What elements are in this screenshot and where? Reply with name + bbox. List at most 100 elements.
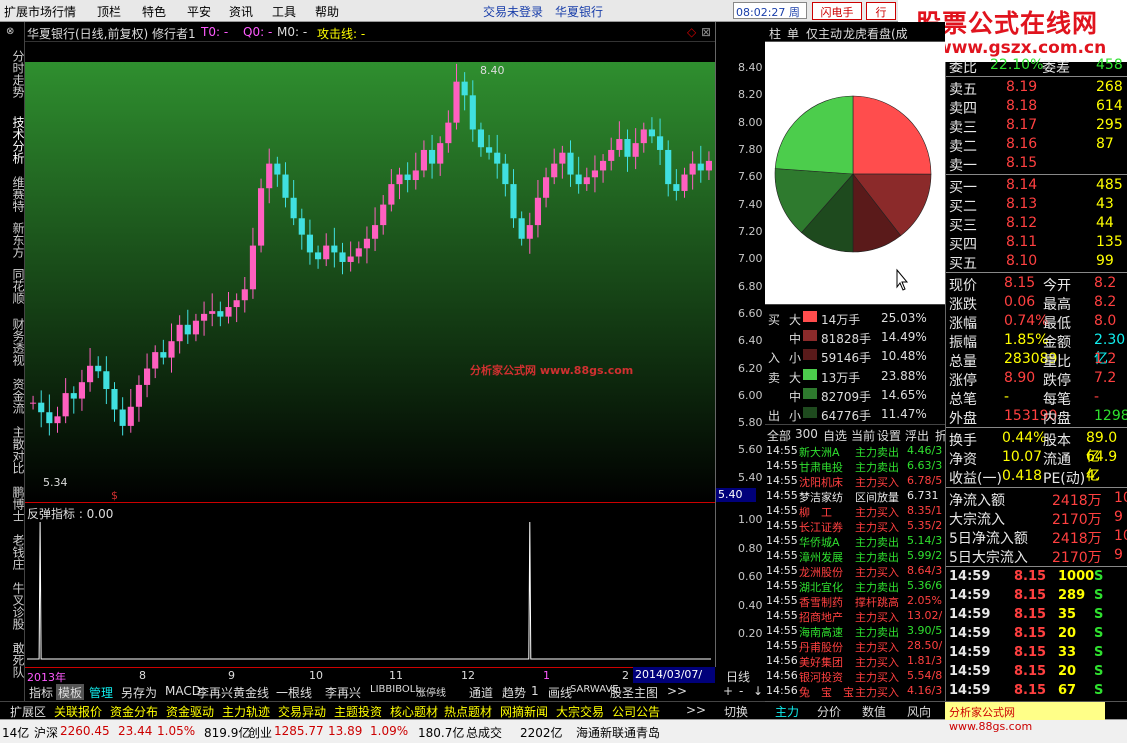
indicator-tab-6[interactable]: 一根线 xyxy=(274,684,314,700)
tape-row[interactable]: 14:55 柳 工 主力买入 8.35/1 xyxy=(765,504,945,519)
ask-volume: 295 xyxy=(1096,117,1123,133)
menu-item-5[interactable]: 工具 xyxy=(272,3,296,20)
left-tab-0[interactable]: 分时走势 xyxy=(2,50,25,98)
tape-tab-1[interactable]: 300 xyxy=(795,427,818,441)
left-tab-10[interactable]: 牛叉诊股 xyxy=(2,582,25,630)
row-button[interactable]: 行 xyxy=(866,2,896,20)
scroll-down-button[interactable]: ↓ xyxy=(753,684,763,698)
function-tab-3[interactable]: 资金驱动 xyxy=(166,703,214,720)
candle-body xyxy=(380,204,387,226)
function-tab-2[interactable]: 资金分布 xyxy=(110,703,158,720)
indicator-tab-3[interactable]: 另存为 xyxy=(119,684,159,700)
menu-item-6[interactable]: 帮助 xyxy=(315,3,339,20)
candle-body xyxy=(559,152,566,164)
ask-volume: 87 xyxy=(1096,136,1114,152)
candle-body xyxy=(233,300,240,308)
tape-row[interactable]: 14:56 兔 宝 宝主力买入 4.16/3 xyxy=(765,684,945,699)
right-tab-1[interactable]: 分价 xyxy=(817,703,841,720)
tape-row[interactable]: 14:56 美好集团 主力买入 1.81/3 xyxy=(765,654,945,669)
function-tab-11[interactable]: 公司公告 xyxy=(612,703,660,720)
function-tab-8[interactable]: 热点题材 xyxy=(444,703,492,720)
indicator-tab-10[interactable]: 通道 xyxy=(467,684,495,700)
left-tab-7[interactable]: 主散对比 xyxy=(2,426,25,474)
mid-tab-0[interactable]: 柱 xyxy=(769,25,781,42)
tape-row[interactable]: 14:55 华侨城A 主力卖出 5.14/3 xyxy=(765,534,945,549)
function-tab-7[interactable]: 核心题材 xyxy=(390,703,438,720)
left-tab-8[interactable]: 鹏博士 xyxy=(2,486,25,522)
left-tab-3[interactable]: 新东方 xyxy=(2,222,25,258)
zoom-out-button[interactable]: - xyxy=(739,684,743,698)
tape-row[interactable]: 14:56 银河投资 主力买入 5.54/8 xyxy=(765,669,945,684)
indicator-tab-7[interactable]: 李再兴 xyxy=(323,684,363,700)
flash-button[interactable]: 闪电手 xyxy=(812,2,862,20)
mid-tab-2[interactable]: 仅主动 xyxy=(806,25,842,42)
candle-body xyxy=(657,136,664,150)
mid-tab-1[interactable]: 单 xyxy=(787,25,799,42)
stock-name-link[interactable]: 华夏银行 xyxy=(555,3,603,20)
right-tab-3[interactable]: 风向 xyxy=(907,703,931,720)
menu-item-1[interactable]: 顶栏 xyxy=(97,3,121,20)
tape-row[interactable]: 14:55 沈阳机床 主力买入 6.78/5 xyxy=(765,474,945,489)
sell-label-1: 出 xyxy=(768,409,781,423)
left-tab-9[interactable]: 老钱庄 xyxy=(2,534,25,570)
tape-time: 14:55 xyxy=(766,579,798,592)
tape-value: 1.81/3 xyxy=(907,654,943,667)
indicator-pane[interactable]: 反弹指标 : 0.00 xyxy=(25,502,715,667)
tape-row[interactable]: 14:55 湖北宜化 主力卖出 5.36/6 xyxy=(765,579,945,594)
tape-row[interactable]: 14:55 香雪制药 撑杆跳高 2.05% xyxy=(765,594,945,609)
menu-item-0[interactable]: 扩展市场行情 xyxy=(4,3,76,20)
tape-row[interactable]: 14:55 漳州发展 主力卖出 5.99/2 xyxy=(765,549,945,564)
indicator-tab-16[interactable]: >> xyxy=(665,684,689,700)
zoom-in-button[interactable]: + xyxy=(723,684,733,698)
tape-row[interactable]: 14:55 甘肃电投 主力卖出 6.63/3 xyxy=(765,459,945,474)
indicator-tab-1[interactable]: 模板 xyxy=(56,684,85,700)
flow-value: 2418万 xyxy=(1052,493,1102,509)
candle-body xyxy=(46,412,53,424)
ratio-label: 委比 xyxy=(949,60,977,76)
menu-item-4[interactable]: 资讯 xyxy=(229,3,253,20)
tape-row[interactable]: 14:55 丹甫股份 主力买入 28.50/ xyxy=(765,639,945,654)
flow-label: 5日净流入额 xyxy=(949,531,1028,547)
left-tab-1[interactable]: 技术分析 xyxy=(2,116,25,164)
indicator-tab-0[interactable]: 指标 xyxy=(27,684,55,700)
function-tab-4[interactable]: 主力轨迹 xyxy=(222,703,270,720)
function-tab-6[interactable]: 主题投资 xyxy=(334,703,382,720)
tape-row[interactable]: 14:55 海南高速 主力卖出 3.90/5 xyxy=(765,624,945,639)
stat-row-3: 振幅 1.85% 金额 2.30亿 xyxy=(946,331,1127,367)
menu-item-3[interactable]: 平安 xyxy=(187,3,211,20)
mid-tab-3[interactable]: 龙虎看盘(成 xyxy=(843,25,908,42)
stat-row-6: 总笔 - 每笔 - xyxy=(946,388,1127,408)
close-icon[interactable]: ⊠ xyxy=(701,25,711,39)
indicator-tab-11[interactable]: 趋势 xyxy=(500,684,528,700)
function-tab-10[interactable]: 大宗交易 xyxy=(556,703,604,720)
right-tab-0[interactable]: 主力 xyxy=(775,703,799,720)
diamond-icon[interactable]: ◇ xyxy=(687,25,696,39)
function-tab-5[interactable]: 交易异动 xyxy=(278,703,326,720)
indicator-tab-15[interactable]: 股圣主图 xyxy=(608,684,660,700)
menu-item-2[interactable]: 特色 xyxy=(142,3,166,20)
function-tab-0[interactable]: 扩展区 xyxy=(10,703,46,720)
tape-row[interactable]: 14:55 长江证券 主力买入 5.35/2 xyxy=(765,519,945,534)
left-tab-11[interactable]: 敢死队 xyxy=(2,642,25,678)
right-tab-2[interactable]: 数值 xyxy=(862,703,886,720)
function-tab-1[interactable]: 关联报价 xyxy=(54,703,102,720)
left-tab-2[interactable]: 维赛特 xyxy=(2,176,25,212)
tape-row[interactable]: 14:55 招商地产 主力买入 13.02/ xyxy=(765,609,945,624)
left-tab-5[interactable]: 财务透视 xyxy=(2,318,25,366)
indicator-tab-9[interactable]: 涨停线 xyxy=(414,684,448,700)
indicator-tab-12[interactable]: 1 xyxy=(529,684,541,700)
login-link[interactable]: 交易未登录 xyxy=(483,3,543,20)
tape-row[interactable]: 14:55 梦洁家纺 区间放量 6.731 xyxy=(765,489,945,504)
chart-background xyxy=(25,62,715,502)
function-tab-9[interactable]: 网摘新闻 xyxy=(500,703,548,720)
function-tab-13[interactable]: 切换 xyxy=(724,703,748,720)
left-tab-6[interactable]: 资金流 xyxy=(2,378,25,414)
collapse-icon[interactable]: ⊗ xyxy=(6,26,14,37)
tape-row[interactable]: 14:55 新大洲A 主力卖出 4.46/3 xyxy=(765,444,945,459)
function-tab-12[interactable]: >> xyxy=(686,703,706,717)
indicator-tab-2[interactable]: 管理 xyxy=(87,684,115,700)
tape-row[interactable]: 14:55 龙洲股份 主力买入 8.64/3 xyxy=(765,564,945,579)
left-tab-4[interactable]: 同花顺 xyxy=(2,268,25,304)
indicator-tab-5[interactable]: 李再兴黄金线 xyxy=(195,684,271,700)
candlestick-chart[interactable]: 8.40 5.34 分析家公式网 www.88gs.com $ xyxy=(25,62,715,502)
